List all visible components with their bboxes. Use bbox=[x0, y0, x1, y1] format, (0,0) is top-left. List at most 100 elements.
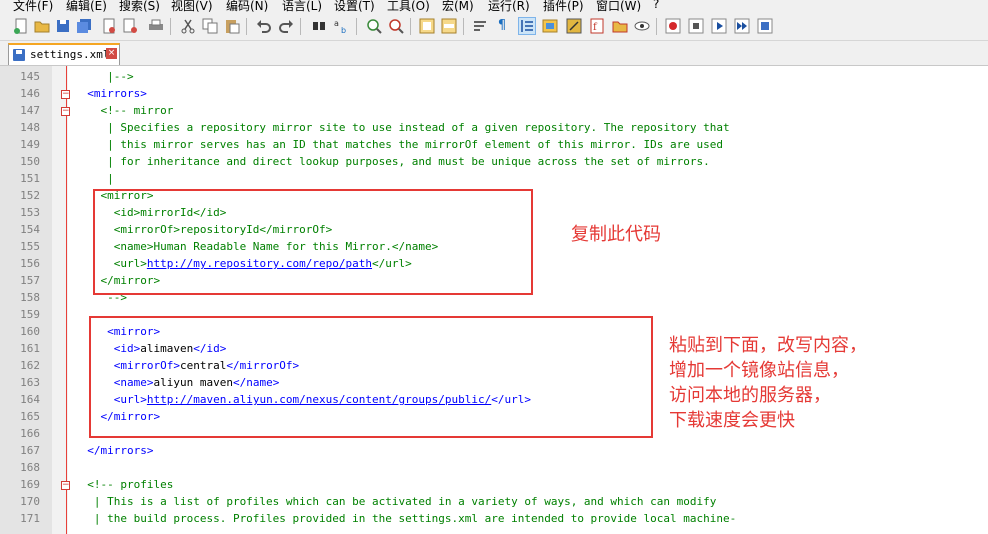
find-icon[interactable] bbox=[311, 18, 327, 34]
line-number: 171 bbox=[20, 512, 40, 525]
close-all-icon[interactable] bbox=[122, 18, 138, 34]
toolbar: ab ¶ f bbox=[0, 13, 988, 41]
save-all-icon[interactable] bbox=[76, 18, 92, 34]
paste-icon[interactable] bbox=[224, 18, 240, 34]
show-all-chars-icon[interactable]: ¶ bbox=[494, 18, 510, 34]
redo-icon[interactable] bbox=[278, 18, 294, 34]
print-icon[interactable] bbox=[148, 18, 164, 34]
zoom-out-icon[interactable] bbox=[388, 18, 404, 34]
line-number: 156 bbox=[20, 257, 40, 270]
line-number: 149 bbox=[20, 138, 40, 151]
code-line[interactable]: 145 |--> bbox=[0, 68, 988, 85]
menu-macro[interactable]: 宏(M) bbox=[442, 0, 474, 13]
copy-icon[interactable] bbox=[202, 18, 218, 34]
tab-settings-xml[interactable]: settings.xml × bbox=[8, 43, 120, 65]
close-tab-icon[interactable]: × bbox=[106, 48, 117, 59]
code-line[interactable]: 167 </mirrors> bbox=[0, 442, 988, 459]
svg-text:a: a bbox=[334, 19, 339, 28]
code-token: <!-- mirror bbox=[74, 104, 174, 117]
copy-highlight-box bbox=[93, 189, 533, 295]
cut-icon[interactable] bbox=[180, 18, 196, 34]
line-number: 170 bbox=[20, 495, 40, 508]
save-icon[interactable] bbox=[55, 18, 71, 34]
word-wrap-icon[interactable] bbox=[472, 18, 488, 34]
code-text: | for inheritance and direct lookup purp… bbox=[74, 153, 710, 170]
tab-label: settings.xml bbox=[30, 48, 110, 61]
code-token: | Specifies a repository mirror site to … bbox=[74, 121, 730, 134]
code-text: <!-- profiles bbox=[74, 476, 173, 493]
line-number: 166 bbox=[20, 427, 40, 440]
open-file-icon[interactable] bbox=[34, 18, 50, 34]
code-line[interactable]: 150 | for inheritance and direct lookup … bbox=[0, 153, 988, 170]
copy-annotation: 复制此代码 bbox=[571, 224, 661, 245]
code-line[interactable]: 147 <!-- mirror bbox=[0, 102, 988, 119]
code-line[interactable]: 171 | the build process. Profiles provid… bbox=[0, 510, 988, 527]
menu-window[interactable]: 窗口(W) bbox=[596, 0, 641, 13]
stop-macro-icon[interactable] bbox=[688, 18, 704, 34]
line-number: 161 bbox=[20, 342, 40, 355]
language-udl-icon[interactable] bbox=[542, 18, 558, 34]
new-file-icon[interactable] bbox=[13, 18, 29, 34]
menu-help[interactable]: ? bbox=[653, 0, 659, 11]
code-token: <mirrors> bbox=[74, 87, 147, 100]
folder-workspace-icon[interactable] bbox=[612, 18, 628, 34]
sync-horizontal-icon[interactable] bbox=[441, 18, 457, 34]
line-number: 152 bbox=[20, 189, 40, 202]
code-line[interactable]: 146 <mirrors> bbox=[0, 85, 988, 102]
code-text: <!-- mirror bbox=[74, 102, 173, 119]
menu-settings[interactable]: 设置(T) bbox=[334, 0, 375, 13]
line-number: 153 bbox=[20, 206, 40, 219]
line-number: 157 bbox=[20, 274, 40, 287]
code-token: <!-- profiles bbox=[74, 478, 174, 491]
code-text: </mirrors> bbox=[74, 442, 153, 459]
menu-search[interactable]: 搜索(S) bbox=[119, 0, 160, 13]
code-line[interactable]: 168 bbox=[0, 459, 988, 476]
monitoring-icon[interactable] bbox=[634, 18, 650, 34]
line-number: 168 bbox=[20, 461, 40, 474]
function-list-icon[interactable]: f bbox=[589, 18, 605, 34]
menu-language[interactable]: 语言(L) bbox=[282, 0, 322, 13]
menu-plugins[interactable]: 插件(P) bbox=[543, 0, 584, 13]
undo-icon[interactable] bbox=[256, 18, 272, 34]
line-number: 160 bbox=[20, 325, 40, 338]
code-line[interactable]: 169 <!-- profiles bbox=[0, 476, 988, 493]
document-map-icon[interactable] bbox=[566, 18, 582, 34]
sync-vertical-icon[interactable] bbox=[419, 18, 435, 34]
code-line[interactable]: 148 | Specifies a repository mirror site… bbox=[0, 119, 988, 136]
line-number: 165 bbox=[20, 410, 40, 423]
code-text: | the build process. Profiles provided i… bbox=[74, 510, 736, 527]
menu-run[interactable]: 运行(R) bbox=[488, 0, 530, 13]
tab-bar: settings.xml × bbox=[0, 41, 988, 65]
line-number: 154 bbox=[20, 223, 40, 236]
menu-encoding[interactable]: 编码(N) bbox=[226, 0, 268, 13]
svg-text:b: b bbox=[341, 26, 346, 34]
run-macro-multiple-icon[interactable] bbox=[734, 18, 750, 34]
play-macro-icon[interactable] bbox=[711, 18, 727, 34]
code-text: | this mirror serves has an ID that matc… bbox=[74, 136, 723, 153]
line-number: 163 bbox=[20, 376, 40, 389]
code-text: | Specifies a repository mirror site to … bbox=[74, 119, 730, 136]
save-macro-icon[interactable] bbox=[757, 18, 773, 34]
menu-tools[interactable]: 工具(O) bbox=[387, 0, 430, 13]
code-line[interactable]: 151 | bbox=[0, 170, 988, 187]
menu-bar: 文件(F) 编辑(E) 搜索(S) 视图(V) 编码(N) 语言(L) 设置(T… bbox=[0, 0, 988, 13]
code-text: |--> bbox=[74, 68, 134, 85]
indent-guide-icon[interactable] bbox=[518, 17, 536, 35]
code-line[interactable]: 149 | this mirror serves has an ID that … bbox=[0, 136, 988, 153]
record-macro-icon[interactable] bbox=[665, 18, 681, 34]
code-token: | this mirror serves has an ID that matc… bbox=[74, 138, 724, 151]
menu-view[interactable]: 视图(V) bbox=[171, 0, 213, 13]
menu-edit[interactable]: 编辑(E) bbox=[66, 0, 107, 13]
line-number: 147 bbox=[20, 104, 40, 117]
replace-icon[interactable]: ab bbox=[333, 18, 349, 35]
line-number: 162 bbox=[20, 359, 40, 372]
paste-annotation-line: 访问本地的服务器， bbox=[669, 385, 831, 406]
code-line[interactable]: 170 | This is a list of profiles which c… bbox=[0, 493, 988, 510]
paste-annotation-line: 增加一个镜像站信息， bbox=[669, 360, 849, 381]
line-number: 150 bbox=[20, 155, 40, 168]
zoom-in-icon[interactable] bbox=[366, 18, 382, 34]
close-icon[interactable] bbox=[101, 18, 117, 34]
menu-file[interactable]: 文件(F) bbox=[13, 0, 53, 13]
line-number: 151 bbox=[20, 172, 40, 185]
code-editor[interactable]: − − − 145 |--> 146 <mirrors> 147 <!-- mirr… bbox=[0, 65, 988, 534]
